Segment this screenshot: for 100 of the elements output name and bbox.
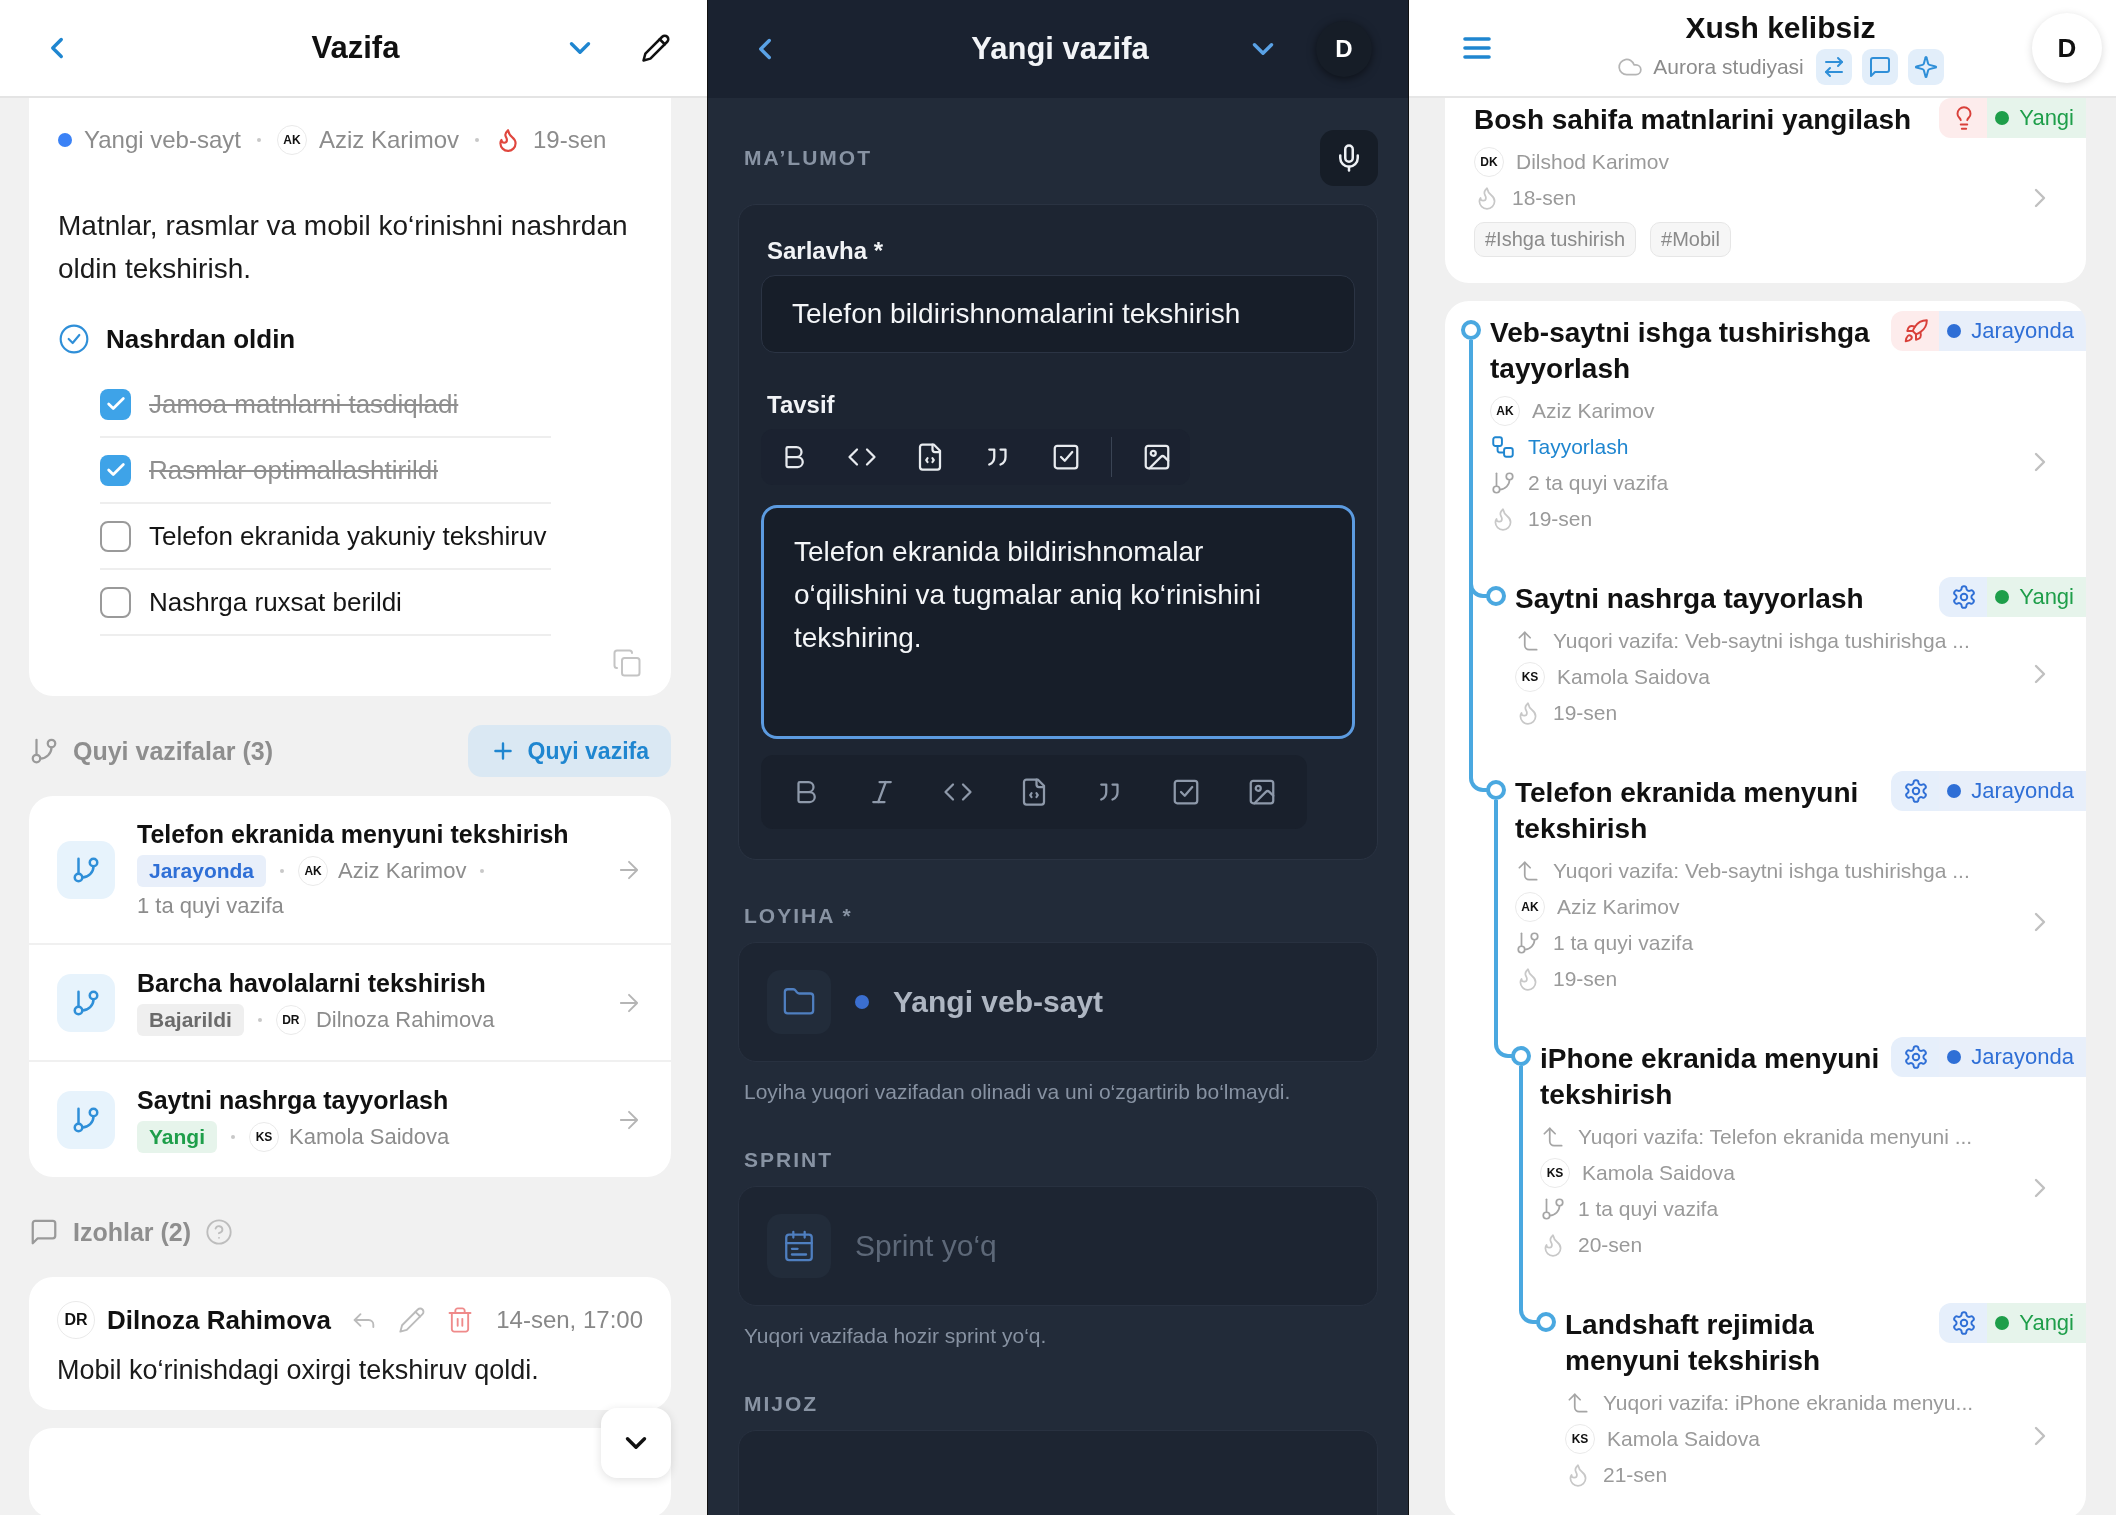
status-label: Jarayonda: [1971, 318, 2074, 344]
tree-node-marker: [1486, 586, 1506, 606]
tree-node-marker: [1486, 780, 1506, 800]
avatar: AK: [1515, 892, 1545, 922]
check-circle-icon: [58, 323, 90, 355]
checklist-item: Jamoa matnlarni tasdiqladi: [149, 388, 459, 420]
description-input[interactable]: Telefon ekranida bildirishnomalar o‘qilishini va tugmalar aniq ko‘rinishini tekshiring.: [761, 505, 1355, 739]
screen-title: Vazifa: [311, 30, 400, 66]
switch-button[interactable]: [1815, 49, 1852, 85]
due-date: 19-sen: [533, 126, 607, 154]
due-date: 19-sen: [1528, 507, 1593, 531]
task-description: Matnlar, rasmlar va mobil ko‘rinishni nashrdan oldin tekshirish.: [58, 209, 629, 286]
avatar[interactable]: D: [1316, 21, 1372, 77]
section-label: SPRINT: [743, 1148, 834, 1172]
checklist-item: Telefon ekranida yakuniy tekshiruv: [149, 520, 547, 552]
parent-task: Yuqori vazifa: Veb-saytni ishga tushirishga ...: [1553, 629, 1970, 653]
status-badge: Jarayonda: [137, 855, 267, 887]
avatar: AK: [277, 125, 307, 155]
folder-icon: [767, 970, 831, 1034]
task-title[interactable]: Bosh sahifa matnlarini yangilash: [1474, 98, 1930, 138]
branch-icon: [1540, 1196, 1566, 1222]
checkbox[interactable]: [100, 454, 131, 486]
assignee-name: Kamola Saidova: [1607, 1427, 1760, 1451]
task-title[interactable]: Landshaft rejimida menyuni tekshirish: [1565, 1303, 1930, 1379]
branch-icon: [29, 736, 59, 766]
task-title[interactable]: iPhone ekranida menyuni tekshirish: [1540, 1037, 1882, 1113]
workflow-icon: [1490, 434, 1516, 460]
section-label: MIJOZ: [743, 1392, 820, 1416]
gear-icon: [1951, 584, 1978, 610]
assignee-name: Kamola Saidova: [289, 1124, 450, 1150]
avatar: KS: [1540, 1158, 1570, 1188]
gear-icon: [1903, 1044, 1930, 1070]
checkbox[interactable]: [100, 520, 131, 552]
task-title[interactable]: Telefon ekranida menyuni tekshirish: [1515, 771, 1882, 847]
checkbox-icon[interactable]: [1171, 777, 1201, 807]
branch-icon: [1515, 930, 1541, 956]
task-title[interactable]: Veb-saytni ishga tushirishga tayyorlash: [1490, 311, 1882, 387]
title-input[interactable]: Telefon bildirishnomalarini tekshirish: [761, 275, 1355, 353]
tree-node-marker: [1536, 1312, 1556, 1332]
avatar: DK: [1474, 147, 1504, 177]
due-date: 19-sen: [1553, 701, 1618, 725]
branch-icon: [57, 1090, 115, 1149]
avatar[interactable]: D: [2032, 13, 2102, 83]
branch-icon: [1490, 470, 1516, 496]
subtask-title[interactable]: Telefon ekranida menyuni tekshirish: [137, 820, 593, 849]
chat-button[interactable]: [1861, 49, 1898, 85]
microphone-button[interactable]: [1320, 130, 1378, 186]
avatar: DR: [275, 1005, 306, 1035]
assignee-name: Aziz Karimov: [1532, 399, 1655, 423]
subtask-count: 1 ta quyi vazifa: [1578, 1197, 1719, 1221]
image-icon[interactable]: [1247, 777, 1277, 807]
checklist-item: Nashrga ruxsat berildi: [149, 586, 402, 618]
field-label: Tavsif: [766, 391, 836, 419]
assignee-name: Aziz Karimov: [338, 858, 467, 884]
screen-title: Yangi vazifa: [971, 31, 1149, 67]
section-label: MA’LUMOT: [743, 146, 872, 170]
avatar: KS: [1515, 662, 1545, 692]
rocket-icon: [1903, 318, 1930, 344]
assignee-name: Aziz Karimov: [319, 126, 459, 154]
chat-icon: [1867, 55, 1892, 79]
checklist-item: Rasmlar optimallashtirildi: [149, 454, 438, 486]
field-hint: Loyiha yuqori vazifadan olinadi va uni o‘zgartirib bo‘lmaydi.: [743, 1080, 1292, 1104]
status-label: Yangi: [2019, 584, 2074, 610]
task-title[interactable]: Saytni nashrga tayyorlash: [1515, 577, 1930, 617]
field-hint: Yuqori vazifada hozir sprint yo‘q.: [743, 1324, 1048, 1348]
sparkle-button[interactable]: [1907, 49, 1944, 85]
avatar: DR: [57, 1301, 95, 1339]
checkbox-icon[interactable]: [1051, 442, 1081, 472]
assignee-name: Kamola Saidova: [1557, 665, 1710, 689]
status-label: Yangi: [2019, 105, 2074, 131]
image-icon[interactable]: [1142, 442, 1172, 472]
assignee-name: Dilnoza Rahimova: [315, 1007, 495, 1033]
placeholder: Sprint yo‘q: [855, 1229, 997, 1263]
status-label: Jarayonda: [1971, 1044, 2074, 1070]
section-label: LOYIHA *: [743, 904, 854, 928]
avatar: KS: [1565, 1424, 1595, 1454]
branch-icon: [57, 840, 115, 899]
sparkle-icon: [1913, 55, 1938, 79]
comment-icon: [29, 1217, 59, 1247]
gear-icon: [1951, 1310, 1978, 1336]
stage-link[interactable]: Tayyorlash: [1528, 435, 1629, 459]
due-date: 21-sen: [1603, 1463, 1668, 1487]
copy-icon[interactable]: [612, 648, 642, 678]
section-title: Quyi vazifalar (3): [73, 736, 274, 766]
checkbox[interactable]: [100, 388, 131, 420]
subtask-title[interactable]: Barcha havolalarni tekshirish: [137, 969, 593, 998]
subtask-count: 1 ta quyi vazifa: [137, 893, 285, 919]
assignee-name: Kamola Saidova: [1582, 1161, 1735, 1185]
parent-task: Yuqori vazifa: iPhone ekranida menyu...: [1603, 1391, 1974, 1415]
parent-task: Yuqori vazifa: Telefon ekranida menyuni ...: [1578, 1125, 1973, 1149]
avatar: AK: [298, 856, 329, 886]
pencil-icon[interactable]: [641, 33, 671, 63]
subtask-title[interactable]: Saytni nashrga tayyorlash: [137, 1086, 593, 1115]
tree-node-marker: [1461, 320, 1481, 340]
project-name: Yangi veb-sayt: [893, 985, 1104, 1019]
checkbox[interactable]: [100, 586, 131, 618]
section-title: Izohlar (2): [73, 1217, 192, 1247]
avatar: KS: [249, 1122, 280, 1152]
subtask-count: 1 ta quyi vazifa: [1553, 931, 1694, 955]
due-date: 20-sen: [1578, 1233, 1643, 1257]
